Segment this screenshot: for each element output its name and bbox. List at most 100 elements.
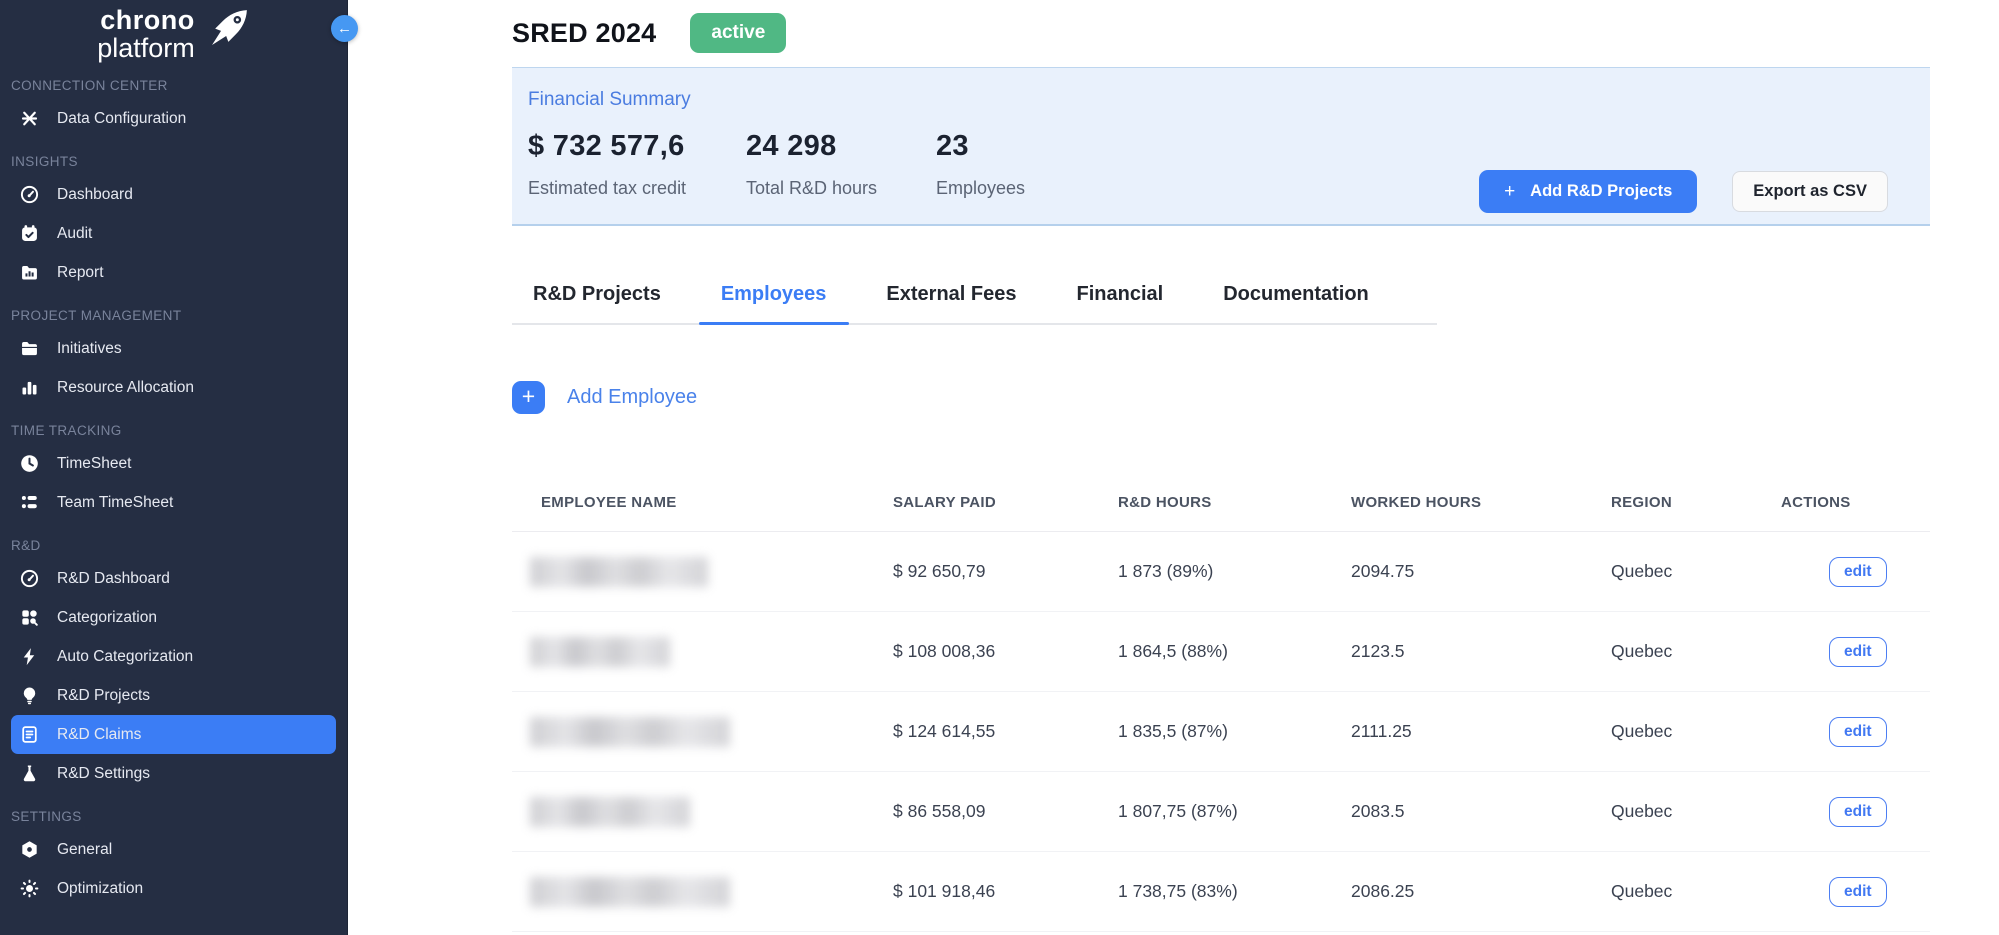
- add-rd-projects-button[interactable]: + Add R&D Projects: [1479, 170, 1697, 213]
- cell-rd-hours: 1 864,5 (88%): [1118, 641, 1351, 662]
- cell-employee-name: [512, 717, 893, 747]
- tab-documentation[interactable]: Documentation: [1223, 283, 1369, 323]
- cell-region: Quebec: [1611, 721, 1781, 742]
- table-row: $ 92 650,791 873 (89%)2094.75Quebecedit: [512, 532, 1930, 612]
- rd-projects-icon: [19, 685, 40, 706]
- tab-employees[interactable]: Employees: [721, 283, 827, 323]
- cell-actions: edit: [1781, 797, 1930, 827]
- sidebar-item-data-configuration[interactable]: Data Configuration: [0, 99, 347, 138]
- table-row: $ 101 918,461 738,75 (83%)2086.25Quebece…: [512, 852, 1930, 932]
- tab-bar: R&D Projects Employees External Fees Financ…: [512, 283, 1437, 325]
- rd-claims-icon: [19, 724, 40, 745]
- sidebar-section-label: R&D: [0, 529, 347, 559]
- sidebar-item-r-d-projects[interactable]: R&D Projects: [0, 676, 347, 715]
- sidebar-item-label: TimeSheet: [57, 455, 131, 473]
- stat-value: 23: [936, 130, 1025, 163]
- tab-r-d-projects[interactable]: R&D Projects: [533, 283, 661, 323]
- stat-label: Estimated tax credit: [528, 178, 746, 199]
- rocket-logo-icon: [204, 7, 250, 58]
- sidebar-item-label: Initiatives: [57, 340, 122, 358]
- sidebar-item-resource-allocation[interactable]: Resource Allocation: [0, 368, 347, 407]
- sidebar-collapse-button[interactable]: ←: [331, 15, 358, 42]
- sidebar-item-timesheet[interactable]: TimeSheet: [0, 444, 347, 483]
- sidebar-item-report[interactable]: Report: [0, 253, 347, 292]
- arrow-left-icon: ←: [337, 20, 352, 37]
- column-header-actions: ACTIONS: [1781, 494, 1930, 511]
- table-row: $ 86 558,091 807,75 (87%)2083.5Quebecedi…: [512, 772, 1930, 852]
- sidebar-section-label: CONNECTION CENTER: [0, 69, 347, 99]
- sidebar-item-optimization[interactable]: Optimization: [0, 869, 347, 908]
- column-header-salary-paid: SALARY PAID: [893, 494, 1118, 511]
- redacted-employee-name: [530, 877, 730, 907]
- redacted-employee-name: [530, 557, 708, 587]
- main-content: SRED 2024 active Financial Summary $ 732…: [349, 0, 1999, 935]
- edit-button[interactable]: edit: [1829, 797, 1887, 827]
- cell-rd-hours: 1 835,5 (87%): [1118, 721, 1351, 742]
- categorization-icon: [19, 607, 40, 628]
- tab-financial[interactable]: Financial: [1077, 283, 1164, 323]
- sidebar-item-label: Auto Categorization: [57, 648, 193, 666]
- sidebar-item-r-d-settings[interactable]: R&D Settings: [0, 754, 347, 793]
- timesheet-icon: [19, 453, 40, 474]
- add-employee-button[interactable]: +: [512, 381, 545, 414]
- sidebar-item-label: Dashboard: [57, 186, 133, 204]
- add-rd-projects-label: Add R&D Projects: [1530, 182, 1672, 201]
- financial-summary-card: Financial Summary $ 732 577,6 Estimated …: [512, 67, 1930, 226]
- rd-dashboard-icon: [19, 568, 40, 589]
- edit-button[interactable]: edit: [1829, 637, 1887, 667]
- cell-rd-hours: 1 807,75 (87%): [1118, 801, 1351, 822]
- tab-external-fees[interactable]: External Fees: [886, 283, 1016, 323]
- app-logo: chrono platform: [0, 0, 347, 62]
- sidebar-item-r-d-claims[interactable]: R&D Claims: [11, 715, 336, 754]
- stat-label: Employees: [936, 178, 1025, 199]
- app-logo-text: chrono platform: [97, 7, 195, 62]
- team-timesheet-icon: [19, 492, 40, 513]
- cell-salary-paid: $ 124 614,55: [893, 721, 1118, 742]
- auto-categorization-icon: [19, 646, 40, 667]
- cell-worked-hours: 2086.25: [1351, 881, 1611, 902]
- sidebar-item-r-d-dashboard[interactable]: R&D Dashboard: [0, 559, 347, 598]
- sidebar-item-label: Categorization: [57, 609, 157, 627]
- redacted-employee-name: [530, 797, 690, 827]
- column-header-worked-hours: WORKED HOURS: [1351, 494, 1611, 511]
- table-row: $ 108 008,361 864,5 (88%)2123.5Quebecedi…: [512, 612, 1930, 692]
- cell-employee-name: [512, 637, 893, 667]
- status-badge: active: [690, 13, 786, 53]
- sidebar-item-label: R&D Dashboard: [57, 570, 170, 588]
- redacted-employee-name: [530, 717, 730, 747]
- sidebar-item-categorization[interactable]: Categorization: [0, 598, 347, 637]
- app-logo-line2: platform: [97, 35, 195, 63]
- sidebar-item-general[interactable]: General: [0, 830, 347, 869]
- export-csv-button[interactable]: Export as CSV: [1732, 171, 1888, 212]
- edit-button[interactable]: edit: [1829, 717, 1887, 747]
- sidebar-item-audit[interactable]: Audit: [0, 214, 347, 253]
- sidebar-item-dashboard[interactable]: Dashboard: [0, 175, 347, 214]
- cell-region: Quebec: [1611, 641, 1781, 662]
- table-row: $ 124 614,551 835,5 (87%)2111.25Quebec ed…: [512, 692, 1930, 772]
- sidebar-item-label: Report: [57, 264, 104, 282]
- cell-salary-paid: $ 101 918,46: [893, 881, 1118, 902]
- sidebar-item-initiatives[interactable]: Initiatives: [0, 329, 347, 368]
- initiatives-icon: [19, 338, 40, 359]
- stat-label: Total R&D hours: [746, 178, 936, 199]
- financial-summary-actions: + Add R&D Projects Export as CSV: [1479, 170, 1888, 213]
- resource-allocation-icon: [19, 377, 40, 398]
- sidebar-item-auto-categorization[interactable]: Auto Categorization: [0, 637, 347, 676]
- edit-button[interactable]: edit: [1829, 877, 1887, 907]
- cell-worked-hours: 2111.25: [1351, 721, 1611, 742]
- column-header-region: REGION: [1611, 494, 1781, 511]
- add-employee-label[interactable]: Add Employee: [567, 386, 697, 409]
- cell-region: Quebec: [1611, 561, 1781, 582]
- cell-worked-hours: 2123.5: [1351, 641, 1611, 662]
- cell-region: Quebec: [1611, 881, 1781, 902]
- cell-actions: edit: [1781, 717, 1930, 747]
- cell-worked-hours: 2094.75: [1351, 561, 1611, 582]
- sidebar-item-label: R&D Claims: [57, 726, 141, 744]
- stat-total-rd-hours: 24 298 Total R&D hours: [746, 130, 936, 199]
- cell-salary-paid: $ 86 558,09: [893, 801, 1118, 822]
- employees-table: EMPLOYEE NAMESALARY PAIDR&D HOURSWORKED …: [512, 474, 1930, 932]
- sidebar-item-team-timesheet[interactable]: Team TimeSheet: [0, 483, 347, 522]
- financial-summary-title: Financial Summary: [528, 89, 1930, 111]
- stat-value: $ 732 577,6: [528, 130, 746, 163]
- edit-button[interactable]: edit: [1829, 557, 1887, 587]
